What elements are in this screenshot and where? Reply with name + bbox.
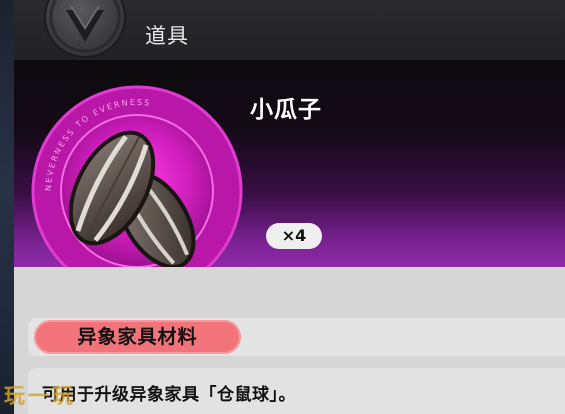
section-title: 道具 <box>145 24 189 48</box>
v-emblem-icon <box>44 0 126 58</box>
item-count-badge: ×4 <box>266 223 322 249</box>
item-detail-card: 道具 小瓜子 ×4 NEVERNESS TO EVERNESS 异象家具材料 可… <box>14 0 565 414</box>
item-name: 小瓜子 <box>250 97 322 123</box>
category-tag: 异象家具材料 <box>34 320 241 354</box>
card-header: 道具 <box>14 0 565 61</box>
category-label: 异象家具材料 <box>77 326 198 348</box>
background-edge <box>0 0 14 414</box>
watermark: 玩一玩 <box>4 384 76 408</box>
item-description: 可用于升级异象家具「仓鼠球」。 <box>42 385 296 405</box>
